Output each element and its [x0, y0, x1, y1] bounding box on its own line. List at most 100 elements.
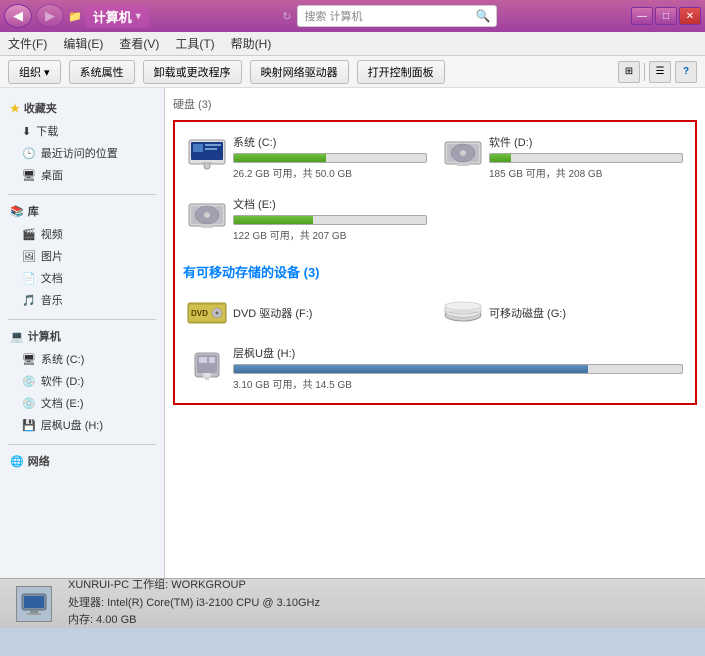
removable-section: 有可移动存储的设备 (3) DVD DVD: [183, 254, 687, 395]
sidebar-favorites-header[interactable]: ★ 收藏夹: [0, 96, 164, 120]
download-icon: ⬇: [22, 125, 31, 138]
sidebar-library-section: 📚 库 🎬 视频 🖼 图片 📄 文档 🎵 音乐: [0, 199, 164, 311]
sidebar: ★ 收藏夹 ⬇ 下载 🕒 最近访问的位置 🖥 桌面 📚 库: [0, 88, 165, 578]
minimize-button[interactable]: —: [631, 7, 653, 25]
drive-h-icon: 💾: [22, 419, 36, 432]
window-controls: — □ ✕: [631, 7, 701, 25]
search-box[interactable]: 搜索 计算机 🔍: [297, 5, 497, 27]
drive-d-bar-wrap: [489, 153, 683, 163]
menu-tools[interactable]: 工具(T): [175, 35, 214, 52]
drive-e-item[interactable]: 文档 (E:) 122 GB 可用，共 207 GB: [183, 192, 431, 246]
removable-g-name: 可移动磁盘 (G:): [489, 305, 683, 321]
sidebar-divider-1: [8, 194, 156, 195]
network-label: 网络: [28, 453, 50, 469]
menu-edit[interactable]: 编辑(E): [63, 35, 103, 52]
sidebar-item-h[interactable]: 💾 层枫U盘 (H:): [0, 414, 164, 436]
sidebar-item-music[interactable]: 🎵 音乐: [0, 289, 164, 311]
menubar: 文件(F) 编辑(E) 查看(V) 工具(T) 帮助(H): [0, 32, 705, 56]
drive-c-size: 26.2 GB 可用，共 50.0 GB: [233, 165, 427, 180]
sidebar-item-picture[interactable]: 🖼 图片: [0, 245, 164, 267]
udisk-info: 层枫U盘 (H:) 3.10 GB 可用，共 14.5 GB: [233, 345, 683, 391]
status-machine: XUNRUI-PC 工作组: WORKGROUP: [68, 577, 320, 595]
drive-c-label: 系统 (C:): [41, 351, 84, 367]
menu-file[interactable]: 文件(F): [8, 35, 47, 52]
drive-d-info: 软件 (D:) 185 GB 可用，共 208 GB: [489, 134, 683, 180]
dvd-info: DVD 驱动器 (F:): [233, 305, 427, 321]
sidebar-item-d[interactable]: 💿 软件 (D:): [0, 370, 164, 392]
drive-c-name: 系统 (C:): [233, 134, 427, 150]
sidebar-item-video[interactable]: 🎬 视频: [0, 223, 164, 245]
removable-g-info: 可移动磁盘 (G:): [489, 305, 683, 321]
sidebar-item-e[interactable]: 💿 文档 (E:): [0, 392, 164, 414]
sidebar-computer-section: 💻 计算机 🖥 系统 (C:) 💿 软件 (D:) 💿 文档 (E:) 💾 层枫…: [0, 324, 164, 436]
udisk-item[interactable]: 层枫U盘 (H:) 3.10 GB 可用，共 14.5 GB: [183, 341, 687, 395]
removable-g-item[interactable]: 可移动磁盘 (G:): [439, 289, 687, 337]
status-computer-icon: [16, 586, 52, 622]
address-icon: 📁: [68, 10, 82, 23]
udisk-size: 3.10 GB 可用，共 14.5 GB: [233, 376, 683, 391]
toolbar: 组织 ▾ 系统属性 卸载或更改程序 映射网络驱动器 打开控制面板 ⊞ ☰ ?: [0, 56, 705, 88]
dvd-item[interactable]: DVD DVD DVD 驱动器 (F:): [183, 289, 431, 337]
drive-d-image: [443, 134, 483, 174]
content-area: 硬盘 (3) 系统 (C:): [165, 88, 705, 578]
sidebar-network-header[interactable]: 🌐 网络: [0, 449, 164, 473]
drive-e-bar-wrap: [233, 215, 427, 225]
favorites-label: 收藏夹: [24, 100, 57, 116]
drive-e-label: 文档 (E:): [41, 395, 84, 411]
library-label: 库: [28, 203, 39, 219]
sidebar-item-document[interactable]: 📄 文档: [0, 267, 164, 289]
titlebar-left: ◀ ▶ 📁 计算机 ▾: [4, 4, 149, 28]
organize-button[interactable]: 组织 ▾: [8, 60, 61, 84]
drive-d-name: 软件 (D:): [489, 134, 683, 150]
sidebar-library-header[interactable]: 📚 库: [0, 199, 164, 223]
drive-c-icon: 🖥: [22, 353, 36, 366]
drive-c-bar: [234, 154, 326, 162]
sidebar-divider-3: [8, 444, 156, 445]
drive-e-info: 文档 (E:) 122 GB 可用，共 207 GB: [233, 196, 427, 242]
drive-c-item[interactable]: 系统 (C:) 26.2 GB 可用，共 50.0 GB: [183, 130, 431, 184]
menu-view[interactable]: 查看(V): [119, 35, 159, 52]
computer-icon: 💻: [10, 330, 24, 343]
main-layout: ★ 收藏夹 ⬇ 下载 🕒 最近访问的位置 🖥 桌面 📚 库: [0, 88, 705, 578]
picture-label: 图片: [41, 248, 63, 264]
video-label: 视频: [41, 226, 63, 242]
desktop-label: 桌面: [41, 167, 63, 183]
forward-button[interactable]: ▶: [36, 4, 64, 28]
close-button[interactable]: ✕: [679, 7, 701, 25]
drive-d-label: 软件 (D:): [41, 373, 84, 389]
udisk-image: [187, 345, 227, 385]
maximize-button[interactable]: □: [655, 7, 677, 25]
menu-help[interactable]: 帮助(H): [231, 35, 272, 52]
refresh-icon[interactable]: ↻: [282, 10, 291, 23]
drive-d-size: 185 GB 可用，共 208 GB: [489, 165, 683, 180]
drive-e-bar: [234, 216, 313, 224]
control-panel-button[interactable]: 打开控制面板: [357, 60, 445, 84]
sidebar-item-c[interactable]: 🖥 系统 (C:): [0, 348, 164, 370]
removable-grid: DVD DVD DVD 驱动器 (F:): [183, 289, 687, 337]
address-bar[interactable]: 计算机 ▾: [85, 5, 149, 28]
address-dropdown[interactable]: ▾: [136, 11, 141, 22]
sidebar-item-desktop[interactable]: 🖥 桌面: [0, 164, 164, 186]
drive-h-label: 层枫U盘 (H:): [41, 417, 103, 433]
help-button[interactable]: ?: [675, 61, 697, 83]
map-drive-button[interactable]: 映射网络驱动器: [250, 60, 349, 84]
search-icon[interactable]: 🔍: [476, 9, 491, 23]
system-properties-button[interactable]: 系统属性: [69, 60, 135, 84]
back-button[interactable]: ◀: [4, 4, 32, 28]
drive-e-icon: 💿: [22, 397, 36, 410]
sidebar-favorites-section: ★ 收藏夹 ⬇ 下载 🕒 最近访问的位置 🖥 桌面: [0, 96, 164, 186]
drive-d-item[interactable]: 软件 (D:) 185 GB 可用，共 208 GB: [439, 130, 687, 184]
drive-c-image: [187, 134, 227, 174]
view-list-button[interactable]: ☰: [649, 61, 671, 83]
udisk-bar-wrap: [233, 364, 683, 374]
uninstall-button[interactable]: 卸载或更改程序: [143, 60, 242, 84]
recent-icon: 🕒: [22, 147, 36, 160]
drive-e-size: 122 GB 可用，共 207 GB: [233, 227, 427, 242]
sidebar-item-recent[interactable]: 🕒 最近访问的位置: [0, 142, 164, 164]
view-toggle-button[interactable]: ⊞: [618, 61, 640, 83]
sidebar-item-download[interactable]: ⬇ 下载: [0, 120, 164, 142]
video-icon: 🎬: [22, 228, 36, 241]
search-area: ↻ 搜索 计算机 🔍: [282, 5, 497, 27]
music-label: 音乐: [41, 292, 63, 308]
sidebar-computer-header[interactable]: 💻 计算机: [0, 324, 164, 348]
